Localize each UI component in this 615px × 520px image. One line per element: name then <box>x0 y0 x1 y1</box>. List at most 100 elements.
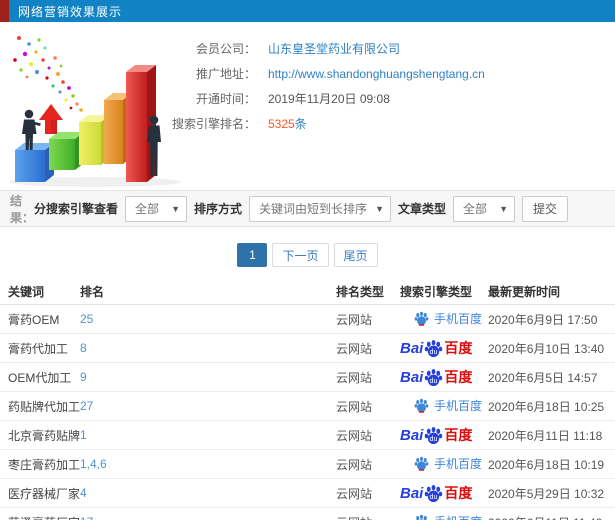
caret-down-icon: ▼ <box>375 203 385 214</box>
bar-green <box>49 132 84 170</box>
rank-cell[interactable]: 8 <box>80 341 336 355</box>
engine-filter-select[interactable]: 全部 ▼ <box>125 195 188 222</box>
keyword-cell: 膏药代加工 <box>8 341 69 356</box>
sort-select[interactable]: 关键词由短到长排序 ▼ <box>249 195 392 222</box>
rank-cell[interactable]: 17 <box>80 515 336 520</box>
info-row: 推广地址： http://www.shandonghuangshengtang.c… <box>160 61 605 86</box>
engine-cell: 手机百度 <box>400 513 488 520</box>
mobile-baidu-icon <box>414 398 429 413</box>
mobile-baidu-label: 手机百度 <box>434 513 482 520</box>
info-link-0[interactable]: 山东皇圣堂药业有限公司 <box>268 40 400 57</box>
mobile-baidu-label: 手机百度 <box>434 311 483 326</box>
baidu-paw-icon <box>415 514 428 520</box>
caret-down-icon: ▼ <box>171 203 181 214</box>
baidu-bai-text: Bai <box>400 426 424 444</box>
engine-filter-label: 分搜索引擎查看 <box>34 202 119 216</box>
article-type-select[interactable]: 全部 ▼ <box>453 195 516 222</box>
mobile-baidu-logo: 手机百度 <box>400 455 482 472</box>
mobile-baidu-logo: 手机百度 <box>400 513 482 520</box>
engine-cell: 手机百度 <box>400 455 488 474</box>
info-row: 开通时间： 2019年11月20日 09:08 <box>160 86 605 111</box>
info-label-2: 开通时间： <box>195 92 256 106</box>
baidu-logo: Bai du 百度 <box>400 367 472 387</box>
pagination: 1 下一页 尾页 <box>0 243 615 267</box>
result-label: 结果： <box>10 193 35 225</box>
info-row: 会员公司： 山东皇圣堂药业有限公司 <box>160 36 605 61</box>
summary-section: 会员公司： 山东皇圣堂药业有限公司 推广地址： http://www.shandong… <box>0 22 615 190</box>
updated-cell: 2020年6月5日 14:57 <box>488 370 598 385</box>
mobile-baidu-logo: 手机百度 <box>400 310 482 327</box>
rank-cell[interactable]: 1,4,6 <box>80 457 336 471</box>
info-link-1[interactable]: http://www.shandonghuangshengtang.cn <box>268 67 485 81</box>
baidu-paw-icon: du <box>425 339 443 357</box>
table-row: OEM代加工 9 云网站 Bai du 百度 2020年6月5日 14:57 <box>0 363 615 392</box>
article-type-value: 全部 <box>463 202 488 216</box>
col-header-2: 排名类型 <box>336 285 385 299</box>
baidu-logo: Bai du 百度 <box>400 483 472 503</box>
table-row: 药贴牌代加工 27 云网站 手机百度 2020年6月18日 10:25 <box>0 392 615 421</box>
info-label-0: 会员公司： <box>195 42 256 56</box>
engine-cell: Bai du 百度 <box>400 483 488 503</box>
svg-text:du: du <box>430 347 438 355</box>
baidu-paw-icon <box>414 398 429 413</box>
col-header-1: 排名 <box>80 285 105 299</box>
mobile-baidu-label: 手机百度 <box>434 398 483 413</box>
updated-cell: 2020年6月9日 17:50 <box>488 312 598 327</box>
rank-cell[interactable]: 1 <box>80 428 336 442</box>
engine-cell: 手机百度 <box>400 310 488 329</box>
keyword-cell: 膏药OEM <box>8 312 60 327</box>
confetti-dots <box>13 36 83 112</box>
updated-cell: 2020年6月11日 11:40 <box>488 514 615 520</box>
engine-cell: Bai du 百度 <box>400 367 488 387</box>
svg-text:du: du <box>430 376 438 384</box>
table-header-row: 关键词 排名 排名类型 搜索引擎类型 最新更新时间 <box>0 279 615 305</box>
mobile-baidu-logo: 手机百度 <box>400 397 482 414</box>
info-label-1: 推广地址： <box>195 67 256 81</box>
page-current[interactable]: 1 <box>237 243 268 267</box>
rank-cell[interactable]: 4 <box>80 486 336 500</box>
page-next[interactable]: 下一页 <box>272 243 329 267</box>
mobile-baidu-icon <box>414 311 429 326</box>
page-last[interactable]: 尾页 <box>333 243 378 267</box>
rank-type-cell: 云网站 <box>336 514 400 520</box>
keyword-cell: 菏泽膏药厂家 <box>8 514 80 520</box>
rank-cell[interactable]: 9 <box>80 370 336 384</box>
col-header-4: 最新更新时间 <box>488 285 561 299</box>
baidu-paw-icon: du <box>424 339 443 358</box>
info-label-3: 搜索引擎排名： <box>171 117 256 131</box>
submit-button[interactable]: 提交 <box>522 195 569 222</box>
filter-bar: 结果： 分搜索引擎查看 全部 ▼ 排序方式 关键词由短到长排序 ▼ 文章类型 全… <box>0 190 615 227</box>
table-row: 膏药代加工 8 云网站 Bai du 百度 2020年6月10日 13:40 <box>0 334 615 363</box>
baidu-bai-text: Bai <box>400 484 424 502</box>
baidu-paw-icon: du <box>424 484 443 503</box>
engine-cell: 手机百度 <box>400 397 488 416</box>
engine-cell: Bai du 百度 <box>400 425 488 445</box>
table-row: 北京膏药贴牌 1 云网站 Bai du 百度 2020年6月11日 11:18 <box>0 421 615 450</box>
rank-count: 5325 <box>268 117 295 131</box>
info-row: 搜索引擎排名： 5325条 <box>160 111 605 136</box>
keyword-cell: 医疗器械厂家 <box>8 486 80 501</box>
rank-type-cell: 云网站 <box>336 399 373 414</box>
page-title: 网络营销效果展示 <box>18 4 123 19</box>
mobile-baidu-icon <box>414 456 429 471</box>
rank-cell[interactable]: 27 <box>80 399 336 413</box>
rank-cell[interactable]: 25 <box>80 312 336 326</box>
filter-controls: 分搜索引擎查看 全部 ▼ 排序方式 关键词由短到长排序 ▼ 文章类型 全部 ▼ … <box>34 195 569 222</box>
mobile-baidu-icon <box>414 514 429 520</box>
baidu-bai-text: Bai <box>400 368 424 386</box>
baidu-paw-icon: du <box>425 426 443 444</box>
sort-value: 关键词由短到长排序 <box>259 202 368 216</box>
svg-text:du: du <box>430 434 438 442</box>
info-text-2: 2019年11月20日 09:08 <box>268 92 390 106</box>
title-bar: 网络营销效果展示 <box>0 0 615 22</box>
baidu-bai-text: Bai <box>400 339 424 357</box>
baidu-cn-text: 百度 <box>444 340 473 356</box>
keyword-rank-table: 关键词 排名 排名类型 搜索引擎类型 最新更新时间 膏药OEM 25 云网站 手机百度 2020… <box>0 279 615 520</box>
engine-cell: Bai du 百度 <box>400 338 488 358</box>
rank-unit: 条 <box>294 117 307 131</box>
search-rank-value: 5325条 <box>268 115 307 132</box>
article-type-label: 文章类型 <box>398 202 447 216</box>
baidu-paw-icon <box>414 456 429 471</box>
keyword-cell: 药贴牌代加工 <box>8 399 80 414</box>
table-body: 膏药OEM 25 云网站 手机百度 2020年6月9日 17:50 膏药代加工 8 云网站 Ba… <box>0 305 615 520</box>
